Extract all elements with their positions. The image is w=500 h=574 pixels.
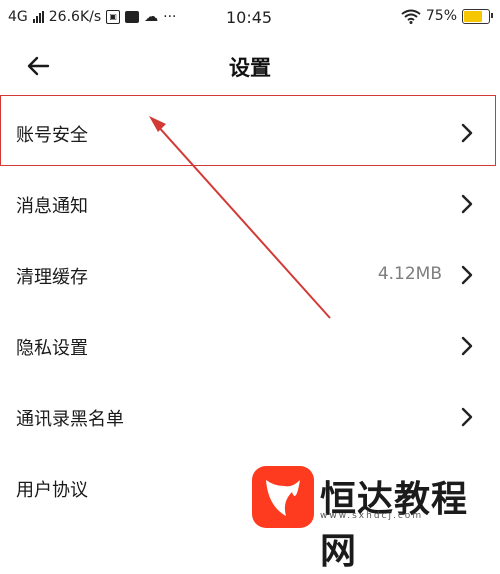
settings-item-label: 隐私设置	[16, 338, 88, 359]
watermark-text: 恒达教程网	[320, 479, 469, 572]
chevron-right-icon	[461, 194, 473, 214]
settings-item-label: 用户协议	[16, 480, 88, 501]
status-left: 4G 26.6K/s ▣ ☁ ···	[8, 9, 177, 25]
network-speed: 26.6K/s	[48, 9, 102, 25]
status-bar: 4G 26.6K/s ▣ ☁ ··· 10:45 75%	[0, 0, 500, 36]
network-type: 4G	[8, 9, 28, 25]
chevron-right-icon	[461, 336, 473, 356]
flame-tail-icon	[266, 480, 300, 516]
chevron-right-icon	[461, 265, 473, 285]
settings-item-label: 通讯录黑名单	[16, 409, 124, 430]
page-title: 设置	[229, 56, 271, 80]
settings-item-contacts-blacklist[interactable]: 通讯录黑名单	[0, 381, 500, 452]
signal-icon	[32, 11, 44, 23]
watermark-logo-icon	[252, 466, 314, 528]
message-icon	[125, 11, 140, 23]
chevron-right-icon	[461, 407, 473, 427]
annotation-highlight-box	[0, 95, 496, 166]
more-dots: ···	[163, 9, 177, 25]
settings-item-notifications[interactable]: 消息通知	[0, 168, 500, 239]
watermark: 恒达教程网 www.sxhdcj.com	[252, 466, 500, 572]
settings-item-label: 消息通知	[16, 196, 88, 217]
battery-icon	[462, 8, 493, 24]
header: 设置	[0, 40, 500, 92]
wifi-icon	[401, 9, 421, 24]
settings-item-clear-cache[interactable]: 清理缓存 4.12MB	[0, 239, 500, 310]
watermark-url: www.sxhdcj.com	[320, 511, 424, 521]
settings-item-privacy[interactable]: 隐私设置	[0, 310, 500, 381]
cloud-icon: ☁	[144, 9, 159, 25]
cache-size-value: 4.12MB	[377, 264, 442, 284]
status-right: 75%	[401, 8, 493, 24]
status-time: 10:45	[226, 8, 273, 27]
notification-icon: ▣	[106, 10, 121, 24]
battery-text: 75%	[425, 8, 457, 24]
battery-fill	[464, 10, 482, 22]
settings-item-label: 清理缓存	[16, 267, 88, 288]
